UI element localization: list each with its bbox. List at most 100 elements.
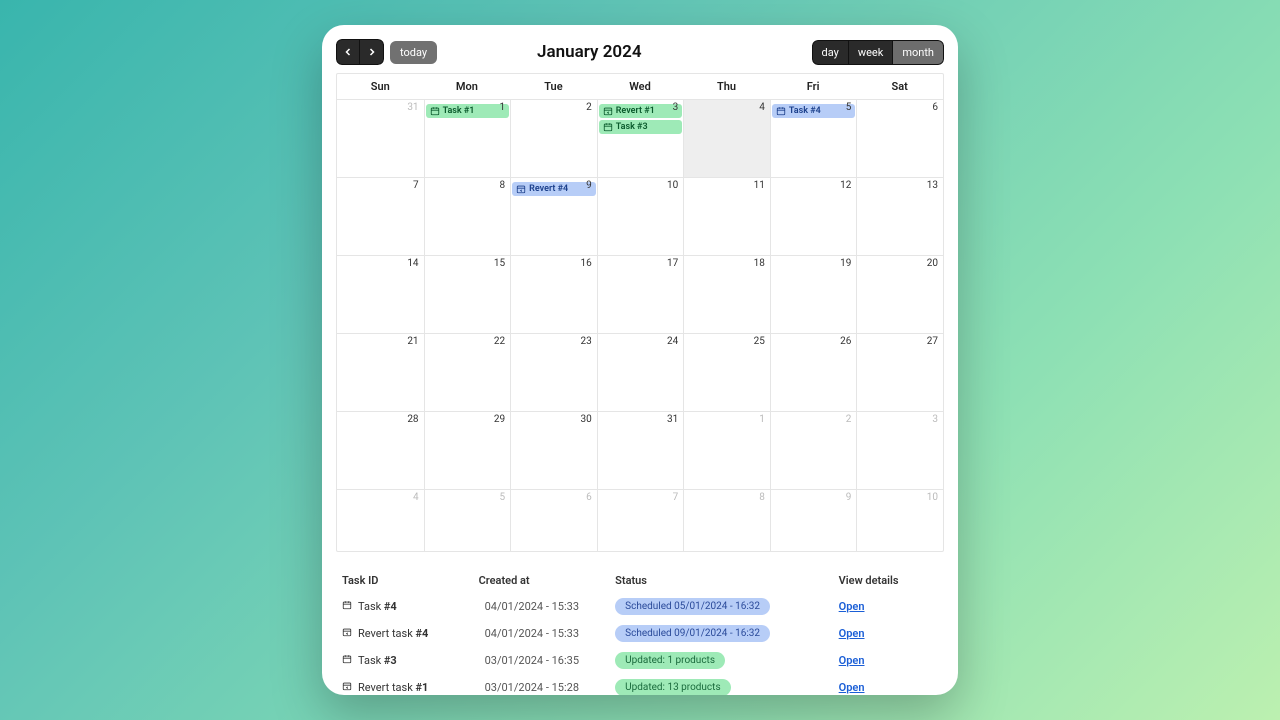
calendar-cell[interactable]: 2: [510, 99, 597, 177]
calendar-cell[interactable]: 2: [770, 411, 857, 489]
prev-button[interactable]: [336, 39, 360, 65]
calendar-cell[interactable]: 9: [770, 489, 857, 551]
calendar-week: 14151617181920: [337, 255, 943, 333]
calendar-week: 31 1Task #1 2 3Revert #1 Task #3 4 5Task #46: [337, 99, 943, 177]
day-number: 23: [580, 336, 591, 347]
calendar-cell[interactable]: 8: [424, 177, 511, 255]
calendar-cell[interactable]: 9Revert #4: [510, 177, 597, 255]
calendar-cell[interactable]: 8: [683, 489, 770, 551]
calendar-cell[interactable]: 12: [770, 177, 857, 255]
task-name: Revert task #1: [358, 681, 428, 694]
calendar-cell[interactable]: 10: [597, 177, 684, 255]
day-number: 28: [407, 414, 418, 425]
day-number: 2: [846, 414, 852, 425]
view-cell: Open: [839, 600, 938, 613]
day-number: 3: [673, 102, 679, 113]
calendar-cell[interactable]: 25: [683, 333, 770, 411]
calendar-cell[interactable]: 1: [683, 411, 770, 489]
view-day[interactable]: day: [812, 40, 849, 65]
calendar-cell[interactable]: 7: [337, 177, 424, 255]
day-number: 21: [407, 336, 418, 347]
calendar-cell[interactable]: 1Task #1: [424, 99, 511, 177]
table-header: Task ID Created at Status View details: [342, 568, 938, 593]
calendar-cell[interactable]: 5: [424, 489, 511, 551]
calendar-cell[interactable]: 16: [510, 255, 597, 333]
day-number: 31: [667, 414, 678, 425]
open-link[interactable]: Open: [839, 600, 865, 613]
calendar-cell[interactable]: 3: [856, 411, 943, 489]
calendar-cell[interactable]: 31: [597, 411, 684, 489]
calendar-week: 789Revert #410 11 1213: [337, 177, 943, 255]
calendar-event[interactable]: Revert #4: [512, 182, 596, 196]
day-number: 4: [759, 102, 765, 113]
table-row: Revert task #4 04/01/2024 - 15:33 Schedu…: [342, 620, 938, 647]
view-month[interactable]: month: [893, 40, 944, 65]
view-cell: Open: [839, 654, 938, 667]
view-week[interactable]: week: [849, 40, 894, 65]
day-number: 31: [407, 102, 418, 113]
day-number: 5: [846, 102, 852, 113]
calendar-cell[interactable]: 14: [337, 255, 424, 333]
open-link[interactable]: Open: [839, 681, 865, 694]
calendar-cell[interactable]: 13: [856, 177, 943, 255]
calendar-cell[interactable]: 3Revert #1 Task #3: [597, 99, 684, 177]
calendar-cell[interactable]: 29: [424, 411, 511, 489]
calendar-cell[interactable]: 20: [856, 255, 943, 333]
calendar-cell[interactable]: 6: [856, 99, 943, 177]
calendar-cell[interactable]: 24: [597, 333, 684, 411]
calendar-cell[interactable]: 17: [597, 255, 684, 333]
calendar-week: 4 56789 10: [337, 489, 943, 551]
calendar-cell[interactable]: 4: [683, 99, 770, 177]
created-at-cell: 03/01/2024 - 15:28: [479, 681, 616, 694]
day-number: 1: [759, 414, 765, 425]
status-badge: Updated: 13 products: [615, 679, 730, 695]
calendar-cell[interactable]: 27: [856, 333, 943, 411]
task-id-cell: Task #4: [342, 600, 479, 613]
th-task-id: Task ID: [342, 568, 479, 593]
calendar-title: January 2024: [373, 42, 805, 62]
revert-icon: [342, 627, 352, 640]
calendar-cell[interactable]: 22: [424, 333, 511, 411]
calendar-cell[interactable]: 5Task #4: [770, 99, 857, 177]
day-number: 10: [927, 492, 938, 503]
day-number: 2: [586, 102, 592, 113]
calendar-event[interactable]: Revert #1: [599, 104, 683, 118]
calendar-cell[interactable]: 6: [510, 489, 597, 551]
toolbar: today January 2024 day week month: [336, 39, 944, 65]
calendar-cell[interactable]: 23: [510, 333, 597, 411]
calendar-cell[interactable]: 10: [856, 489, 943, 551]
calendar-event[interactable]: Task #1: [426, 104, 510, 118]
calendar-cell[interactable]: 30: [510, 411, 597, 489]
status-cell: Updated: 1 products: [615, 652, 839, 669]
calendar-cell[interactable]: 7: [597, 489, 684, 551]
calendar-cell[interactable]: 28: [337, 411, 424, 489]
calendar-grid: 311Task #123Revert #1Task #345Task #4678…: [337, 99, 943, 551]
task-id-cell: Revert task #1: [342, 681, 479, 694]
task-name: Task #3: [358, 654, 397, 667]
view-cell: Open: [839, 681, 938, 694]
th-status: Status: [615, 568, 839, 593]
calendar-cell[interactable]: 21: [337, 333, 424, 411]
day-number: 5: [500, 492, 506, 503]
task-name: Task #4: [358, 600, 397, 613]
day-number: 11: [754, 180, 765, 191]
calendar-event[interactable]: Task #3: [599, 120, 683, 134]
calendar-cell[interactable]: 18: [683, 255, 770, 333]
chevron-left-icon: [342, 46, 354, 58]
calendar-cell[interactable]: 4: [337, 489, 424, 551]
calendar-icon: [342, 654, 352, 667]
day-number: 30: [580, 414, 591, 425]
calendar-cell[interactable]: 15: [424, 255, 511, 333]
status-cell: Scheduled 05/01/2024 - 16:32: [615, 598, 839, 615]
calendar-cell[interactable]: 31: [337, 99, 424, 177]
calendar-cell[interactable]: 19: [770, 255, 857, 333]
calendar-event[interactable]: Task #4: [772, 104, 856, 118]
calendar-week: 28 29 30 31 1 23: [337, 411, 943, 489]
day-number: 27: [927, 336, 938, 347]
day-number: 26: [840, 336, 851, 347]
open-link[interactable]: Open: [839, 627, 865, 640]
calendar-cell[interactable]: 26: [770, 333, 857, 411]
calendar-icon: [342, 600, 352, 613]
calendar-cell[interactable]: 11: [683, 177, 770, 255]
open-link[interactable]: Open: [839, 654, 865, 667]
